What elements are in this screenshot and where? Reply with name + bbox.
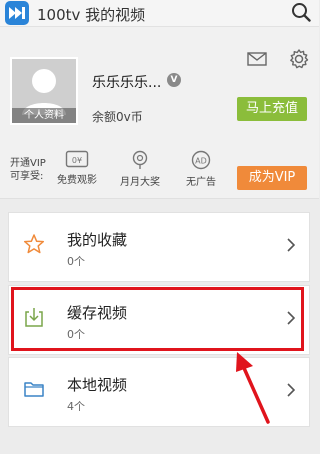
balance-text: 余额0v币 — [92, 110, 143, 124]
perk-free-movies: 0¥ 免费观影 — [57, 150, 97, 186]
chevron-right-icon — [287, 238, 295, 252]
recharge-button[interactable]: 马上充值 — [237, 97, 307, 121]
svg-text:0¥: 0¥ — [72, 156, 82, 165]
svg-text:AD: AD — [195, 157, 207, 166]
perk-no-ads: AD 无广告 — [186, 150, 216, 188]
avatar[interactable]: 个人资料 — [10, 57, 78, 125]
page-title: 100tv 我的视频 — [37, 6, 146, 24]
mail-icon[interactable] — [247, 52, 267, 66]
chevron-right-icon — [287, 383, 295, 397]
folder-icon — [24, 382, 44, 397]
vip-benefits-label: 开通VIP可享受: — [10, 158, 46, 182]
no-ad-icon: AD — [191, 150, 211, 170]
arrow-annotation — [236, 352, 270, 424]
username: 乐乐乐乐... — [92, 75, 162, 91]
menu-item-favorites[interactable]: 我的收藏 0个 — [8, 212, 310, 282]
gear-icon[interactable] — [288, 48, 310, 70]
play-forward-icon — [5, 1, 29, 25]
profile-panel: 个人资料 乐乐乐乐... V 余额0v币 马上充值 开通VIP可享受: 0¥ 免… — [0, 27, 319, 199]
vip-badge: V — [167, 73, 181, 87]
search-icon[interactable] — [291, 2, 311, 22]
ticket-icon: 0¥ — [65, 150, 89, 168]
perk-monthly-prize: 月月大奖 — [120, 150, 160, 188]
medal-icon — [132, 150, 148, 169]
menu-item-count: 0个 — [67, 255, 85, 268]
perk-label: 免费观影 — [57, 175, 97, 186]
menu-item-count: 4个 — [67, 400, 85, 413]
perk-label: 月月大奖 — [120, 177, 160, 188]
title-bar: 100tv 我的视频 — [0, 0, 319, 27]
highlight-annotation — [11, 287, 304, 351]
star-icon — [23, 234, 45, 254]
menu-item-title: 我的收藏 — [67, 231, 128, 249]
become-vip-button[interactable]: 成为VIP — [237, 166, 307, 190]
avatar-caption: 个人资料 — [12, 108, 76, 123]
menu-item-title: 本地视频 — [67, 376, 128, 394]
perk-label: 无广告 — [186, 177, 216, 188]
